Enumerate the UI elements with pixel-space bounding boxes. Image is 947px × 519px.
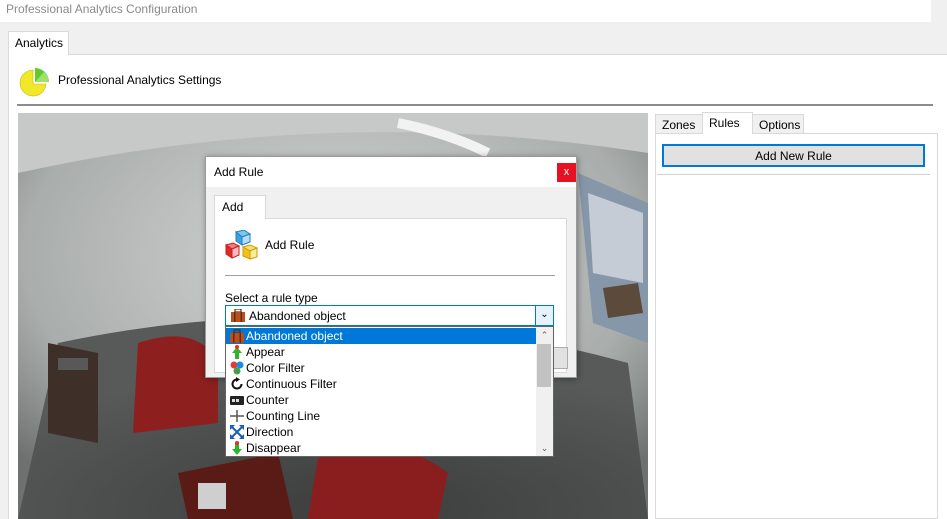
tab-analytics[interactable]: Analytics bbox=[8, 31, 69, 55]
disappear-arrow-icon bbox=[232, 441, 242, 455]
rule-option-label: Appear bbox=[246, 345, 285, 359]
rule-option-label: Continuous Filter bbox=[246, 377, 337, 391]
dropdown-scrollbar[interactable]: ⌃ ⌄ bbox=[536, 327, 553, 456]
tab-rules-label: Rules bbox=[709, 116, 740, 130]
scroll-down-icon[interactable]: ⌄ bbox=[536, 440, 553, 456]
dialog-title: Add Rule bbox=[214, 165, 264, 179]
window-title: Professional Analytics Configuration bbox=[6, 2, 198, 16]
rule-option-disappear[interactable]: Disappear bbox=[226, 440, 537, 456]
add-new-rule-label: Add New Rule bbox=[755, 149, 832, 163]
tab-options[interactable]: Options bbox=[752, 114, 804, 134]
close-icon[interactable]: x bbox=[557, 163, 576, 182]
rule-type-dropdown[interactable]: Abandoned object Appear Color Filter Con… bbox=[225, 326, 554, 457]
rule-type-value: Abandoned object bbox=[249, 309, 346, 323]
dialog-divider bbox=[225, 275, 555, 276]
color-dots-icon bbox=[230, 361, 244, 375]
suitcase-icon bbox=[230, 329, 244, 343]
pie-chart-icon bbox=[19, 68, 49, 97]
scrollbar-thumb[interactable] bbox=[537, 344, 551, 387]
dialog-title-bar[interactable]: Add Rule x bbox=[206, 157, 576, 187]
appear-arrow-icon bbox=[232, 345, 242, 359]
rule-option-direction[interactable]: Direction bbox=[226, 424, 537, 440]
header-divider bbox=[17, 104, 933, 106]
suitcase-icon bbox=[231, 309, 245, 322]
rule-option-appear[interactable]: Appear bbox=[226, 344, 537, 360]
rule-type-label: Select a rule type bbox=[225, 291, 318, 305]
tab-zones-label: Zones bbox=[662, 118, 696, 132]
rule-option-label: Direction bbox=[246, 425, 294, 439]
rule-type-select[interactable]: Abandoned object ⌄ bbox=[225, 305, 554, 326]
dialog-heading: Add Rule bbox=[265, 238, 315, 252]
tab-zones[interactable]: Zones bbox=[655, 114, 703, 134]
tab-rules[interactable]: Rules bbox=[702, 112, 753, 134]
rule-option-label: Disappear bbox=[246, 441, 301, 455]
rule-option-counter[interactable]: Counter bbox=[226, 392, 537, 408]
rules-panel bbox=[655, 133, 938, 519]
counter-icon bbox=[230, 396, 244, 405]
rule-option-label: Color Filter bbox=[246, 361, 305, 375]
counting-line-icon bbox=[230, 410, 244, 422]
add-new-rule-button[interactable]: Add New Rule bbox=[662, 144, 925, 167]
window-title-bar: Professional Analytics Configuration bbox=[0, 0, 947, 22]
rule-option-color-filter[interactable]: Color Filter bbox=[226, 360, 537, 376]
page-title: Professional Analytics Settings bbox=[58, 73, 222, 87]
rules-panel-divider bbox=[657, 174, 930, 175]
scroll-up-icon[interactable]: ⌃ bbox=[536, 327, 553, 343]
direction-arrows-icon bbox=[230, 425, 244, 439]
rule-option-label: Counting Line bbox=[246, 409, 321, 423]
rule-option-label: Counter bbox=[246, 393, 289, 407]
tab-options-label: Options bbox=[759, 118, 801, 132]
title-bar-edge bbox=[931, 0, 947, 22]
tab-add-label: Add bbox=[222, 200, 244, 214]
chevron-down-icon[interactable]: ⌄ bbox=[535, 306, 553, 325]
tab-analytics-label: Analytics bbox=[15, 36, 64, 50]
rule-option-continuous-filter[interactable]: Continuous Filter bbox=[226, 376, 537, 392]
circular-arrow-icon bbox=[231, 377, 243, 390]
tab-add[interactable]: Add bbox=[214, 195, 266, 219]
rule-option-abandoned-object[interactable]: Abandoned object bbox=[226, 328, 537, 344]
cubes-icon bbox=[225, 230, 259, 260]
rule-option-counting-line[interactable]: Counting Line bbox=[226, 408, 537, 424]
rule-option-label: Abandoned object bbox=[246, 329, 343, 343]
